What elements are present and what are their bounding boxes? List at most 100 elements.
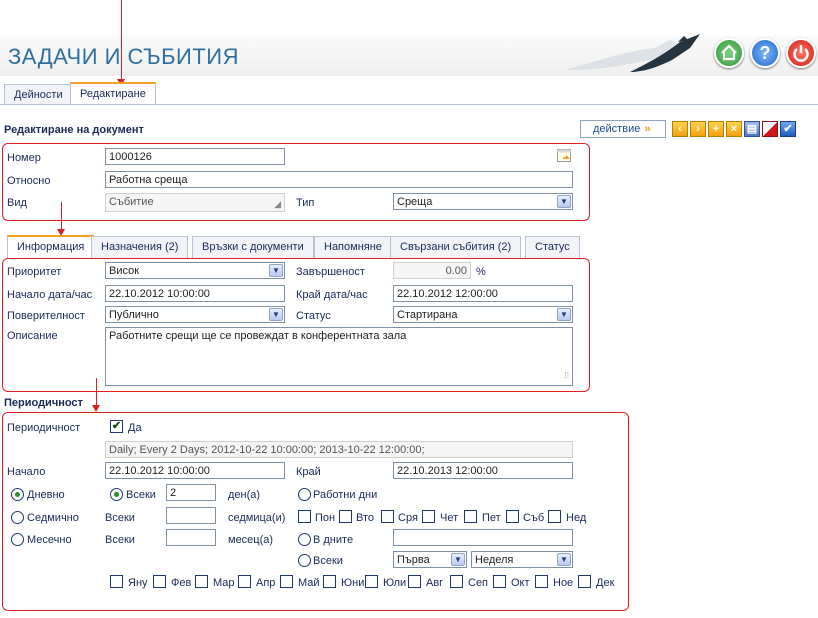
periodicity-label: Периодичност xyxy=(7,422,81,434)
calendar-note-icon[interactable] xyxy=(556,147,572,163)
every-weekday-radio[interactable] xyxy=(298,554,311,567)
every-months-label: Всеки xyxy=(105,534,135,546)
print-button[interactable]: ▤ xyxy=(744,121,760,137)
tab-edit[interactable]: Редактиране xyxy=(70,82,156,105)
description-textarea[interactable]: Работните срещи ще се провеждат в конфер… xyxy=(105,327,573,386)
periodicity-start-field[interactable]: 22.10.2012 10:00:00 xyxy=(105,462,285,479)
ordinal-select[interactable]: Първа ▼ xyxy=(393,551,467,568)
delete-button[interactable]: × xyxy=(726,121,742,137)
top-tabs-rule xyxy=(0,104,818,105)
every-days-radio[interactable] xyxy=(110,488,123,501)
status-label: Статус xyxy=(296,310,331,322)
weekday-select[interactable]: Неделя ▼ xyxy=(471,551,573,568)
bird-logo-icon xyxy=(565,34,700,72)
privacy-select[interactable]: Публично ▼ xyxy=(105,306,285,323)
tab-related-events[interactable]: Свързани събития (2) xyxy=(390,236,522,258)
every-days-label: Всеки xyxy=(126,489,156,501)
month-checkbox[interactable] xyxy=(238,575,251,588)
in-days-radio[interactable] xyxy=(298,533,311,546)
number-field[interactable]: 1000126 xyxy=(105,148,285,165)
power-button[interactable] xyxy=(786,38,816,68)
month-checkbox[interactable] xyxy=(450,575,463,588)
weekly-radio[interactable] xyxy=(11,511,24,524)
action-button[interactable]: действие» xyxy=(580,120,666,138)
weekday-label-sat: Съб xyxy=(523,512,545,524)
workdays-radio[interactable] xyxy=(298,488,311,501)
months-row: Яну Фев Мар Апр Май Юни Юли Авг Сеп Окт Ное Дек xyxy=(110,575,625,591)
next-button[interactable]: › xyxy=(690,121,706,137)
subject-label: Относно xyxy=(7,175,51,187)
tab-information[interactable]: Информация xyxy=(7,235,95,258)
month-checkbox[interactable] xyxy=(535,575,548,588)
weekday-checkbox-thu[interactable] xyxy=(422,510,435,523)
every-days-input[interactable]: 2 xyxy=(166,484,216,501)
weekday-checkbox-wed[interactable] xyxy=(381,510,394,523)
type-select[interactable]: Среща ▼ xyxy=(393,193,573,210)
month-checkbox[interactable] xyxy=(408,575,421,588)
status-select[interactable]: Стартирана ▼ xyxy=(393,306,573,323)
weekday-checkbox-sat[interactable] xyxy=(506,510,519,523)
tab-status[interactable]: Статус xyxy=(525,236,580,258)
weekday-checkbox-tue[interactable] xyxy=(339,510,352,523)
weekday-checkbox-fri[interactable] xyxy=(464,510,477,523)
weekday-checkbox-mon[interactable] xyxy=(298,510,311,523)
prev-button[interactable]: ‹ xyxy=(672,121,688,137)
daily-label: Дневно xyxy=(27,489,65,501)
periodicity-checkbox[interactable]: ✔ xyxy=(110,420,123,433)
month-checkbox[interactable] xyxy=(365,575,378,588)
end-datetime-field[interactable]: 22.10.2012 12:00:00 xyxy=(393,285,573,302)
home-icon xyxy=(721,44,737,61)
month-label: Фев xyxy=(171,577,192,589)
priority-label: Приоритет xyxy=(7,266,62,278)
action-label: действие xyxy=(593,123,641,135)
kind-label: Вид xyxy=(7,197,27,209)
priority-select[interactable]: Висок ▼ xyxy=(105,262,285,279)
completion-label: Завършеност xyxy=(296,266,365,278)
print-icon: ▤ xyxy=(746,123,758,135)
weekday-label-wed: Сря xyxy=(398,512,418,524)
confirm-button[interactable]: ✔ xyxy=(780,121,796,137)
periodicity-summary: Daily; Every 2 Days; 2012-10-22 10:00:00… xyxy=(105,441,573,458)
month-checkbox[interactable] xyxy=(195,575,208,588)
cancel-button[interactable] xyxy=(762,121,778,137)
resize-grip-icon: ⁞⁞ xyxy=(564,371,569,380)
month-label: Авг xyxy=(426,577,444,589)
help-button[interactable]: ? xyxy=(750,38,780,68)
month-checkbox[interactable] xyxy=(280,575,293,588)
add-button[interactable]: + xyxy=(708,121,724,137)
month-checkbox[interactable] xyxy=(110,575,123,588)
chevron-down-icon: ▼ xyxy=(451,553,465,566)
periodicity-end-field[interactable]: 22.10.2013 12:00:00 xyxy=(393,462,573,479)
annotation-arrow-line xyxy=(121,0,122,80)
month-checkbox[interactable] xyxy=(493,575,506,588)
tab-assignments[interactable]: Назначения (2) xyxy=(91,236,189,258)
chevron-down-icon: ▼ xyxy=(269,264,283,277)
monthly-radio[interactable] xyxy=(11,533,24,546)
kind-field[interactable]: Събитие ◢ xyxy=(105,193,285,212)
daily-radio[interactable] xyxy=(11,488,24,501)
start-datetime-field[interactable]: 22.10.2012 10:00:00 xyxy=(105,285,285,302)
in-days-input[interactable] xyxy=(393,529,573,546)
weekday-checkbox-sun[interactable] xyxy=(548,510,561,523)
every-weeks-input[interactable] xyxy=(166,507,216,524)
tab-activities[interactable]: Дейности xyxy=(4,84,73,105)
month-checkbox[interactable] xyxy=(153,575,166,588)
month-label: Апр xyxy=(256,577,276,589)
month-checkbox[interactable] xyxy=(578,575,591,588)
months-unit-label: месец(а) xyxy=(228,534,274,546)
chevron-down-icon: ▼ xyxy=(557,553,571,566)
every-weeks-label: Всеки xyxy=(105,512,135,524)
tab-reminder[interactable]: Напомняне xyxy=(314,236,392,258)
home-button[interactable] xyxy=(714,38,744,68)
type-value: Среща xyxy=(397,196,433,208)
tab-document-links[interactable]: Връзки с документи xyxy=(192,236,314,258)
every-months-input[interactable] xyxy=(166,529,216,546)
end-datetime-label: Край дата/час xyxy=(296,289,368,301)
completion-field[interactable]: 0.00 xyxy=(393,262,471,279)
privacy-label: Поверителност xyxy=(7,310,85,322)
check-icon: ✔ xyxy=(783,123,793,135)
subject-field[interactable]: Работна среща xyxy=(105,171,573,188)
month-checkbox[interactable] xyxy=(323,575,336,588)
number-label: Номер xyxy=(7,152,41,164)
periodicity-section-title: Периодичност xyxy=(4,397,83,409)
